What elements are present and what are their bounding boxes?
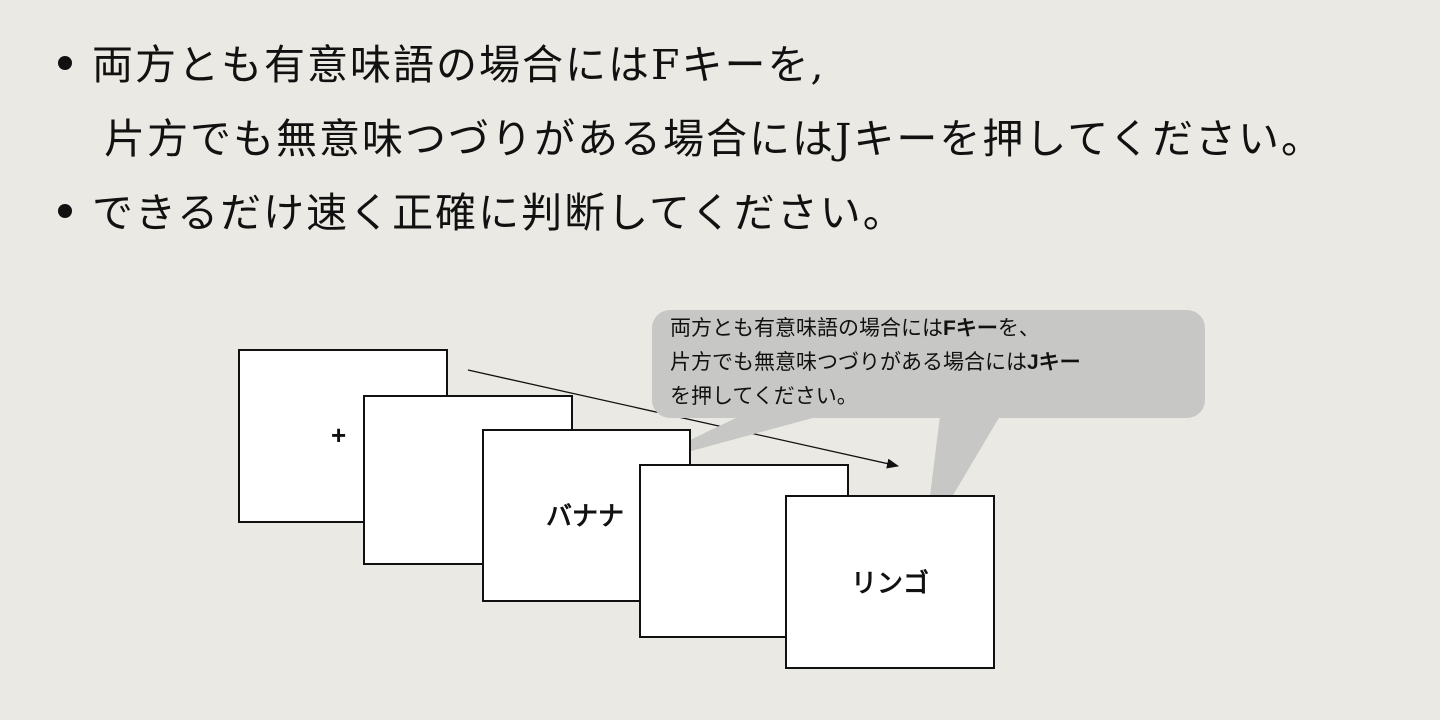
callout-line-3: を押してください。 — [670, 385, 858, 408]
callout-line-2: 片方でも無意味つづりがある場合にはJキー — [670, 351, 1081, 374]
stimulus-word-2: リンゴ — [851, 568, 930, 598]
fixation-cross: + — [331, 420, 347, 450]
f-key-label: Fキー — [943, 317, 998, 340]
trial-sequence-diagram: + バナナ リンゴ 両方とも有意味語の場合にはFキーを、 片方でも無意味つづりが… — [0, 0, 1440, 720]
callout-text: 両方とも有意味語の場合にはFキーを、 片方でも無意味つづりがある場合にはJキー … — [670, 312, 1200, 414]
stimulus-word-1: バナナ — [546, 501, 625, 531]
j-key-label: Jキー — [1027, 351, 1081, 374]
callout-line-1: 両方とも有意味語の場合にはFキーを、 — [670, 317, 1040, 340]
